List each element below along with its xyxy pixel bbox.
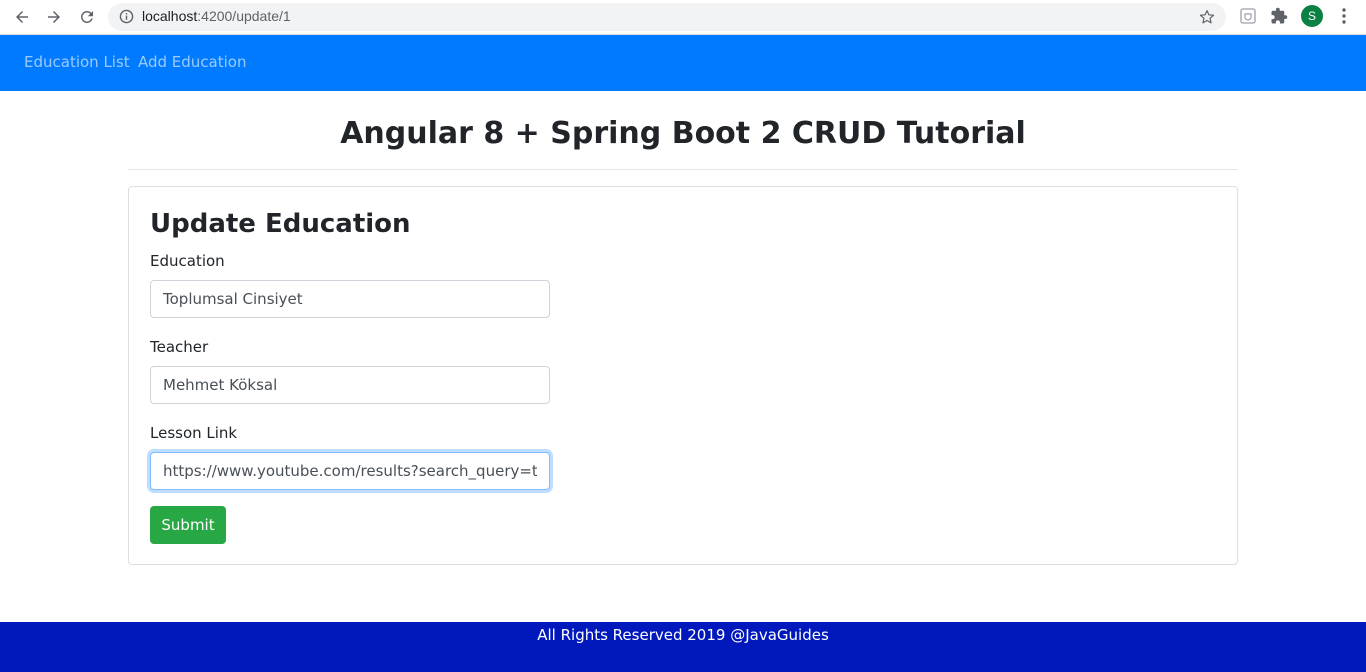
submit-button[interactable]: Submit <box>150 506 226 544</box>
page-title: Angular 8 + Spring Boot 2 CRUD Tutorial <box>340 116 1026 151</box>
education-label: Education <box>150 252 225 270</box>
footer: All Rights Reserved 2019 @JavaGuides <box>0 622 1366 672</box>
star-icon[interactable] <box>1198 8 1216 26</box>
nav-link-education-list[interactable]: Education List <box>24 53 130 71</box>
back-arrow-icon <box>16 11 28 23</box>
teacher-input[interactable] <box>150 366 550 404</box>
title-divider <box>128 169 1238 170</box>
teacher-label: Teacher <box>150 338 209 356</box>
browser-toolbar: localhost:4200/update/1 S <box>0 0 1366 35</box>
nav-link-add-education[interactable]: Add Education <box>138 53 247 71</box>
profile-avatar[interactable]: S <box>1301 5 1323 27</box>
footer-text: All Rights Reserved 2019 @JavaGuides <box>537 626 829 644</box>
info-icon[interactable] <box>119 9 134 24</box>
form-heading: Update Education <box>150 209 411 239</box>
back-button[interactable] <box>9 5 35 29</box>
update-form-card: Update Education Education Teacher Lesso… <box>128 186 1238 565</box>
address-bar[interactable]: localhost:4200/update/1 <box>108 3 1226 31</box>
profile-initial: S <box>1307 9 1316 23</box>
app-navbar: Education List Add Education <box>0 35 1366 91</box>
url-path: :4200/update/1 <box>197 8 291 24</box>
education-input[interactable] <box>150 280 550 318</box>
extension-icon[interactable] <box>1239 7 1257 25</box>
puzzle-icon[interactable] <box>1270 7 1288 25</box>
forward-button[interactable] <box>41 5 67 29</box>
lesson-link-input[interactable] <box>150 452 550 490</box>
reload-icon <box>80 10 93 23</box>
reload-button[interactable] <box>74 5 100 29</box>
kebab-menu-icon[interactable] <box>1336 7 1352 25</box>
url-host: localhost <box>142 8 198 24</box>
lesson-link-label: Lesson Link <box>150 424 238 442</box>
url-text[interactable]: localhost:4200/update/1 <box>142 8 291 24</box>
forward-arrow-icon <box>48 11 60 23</box>
